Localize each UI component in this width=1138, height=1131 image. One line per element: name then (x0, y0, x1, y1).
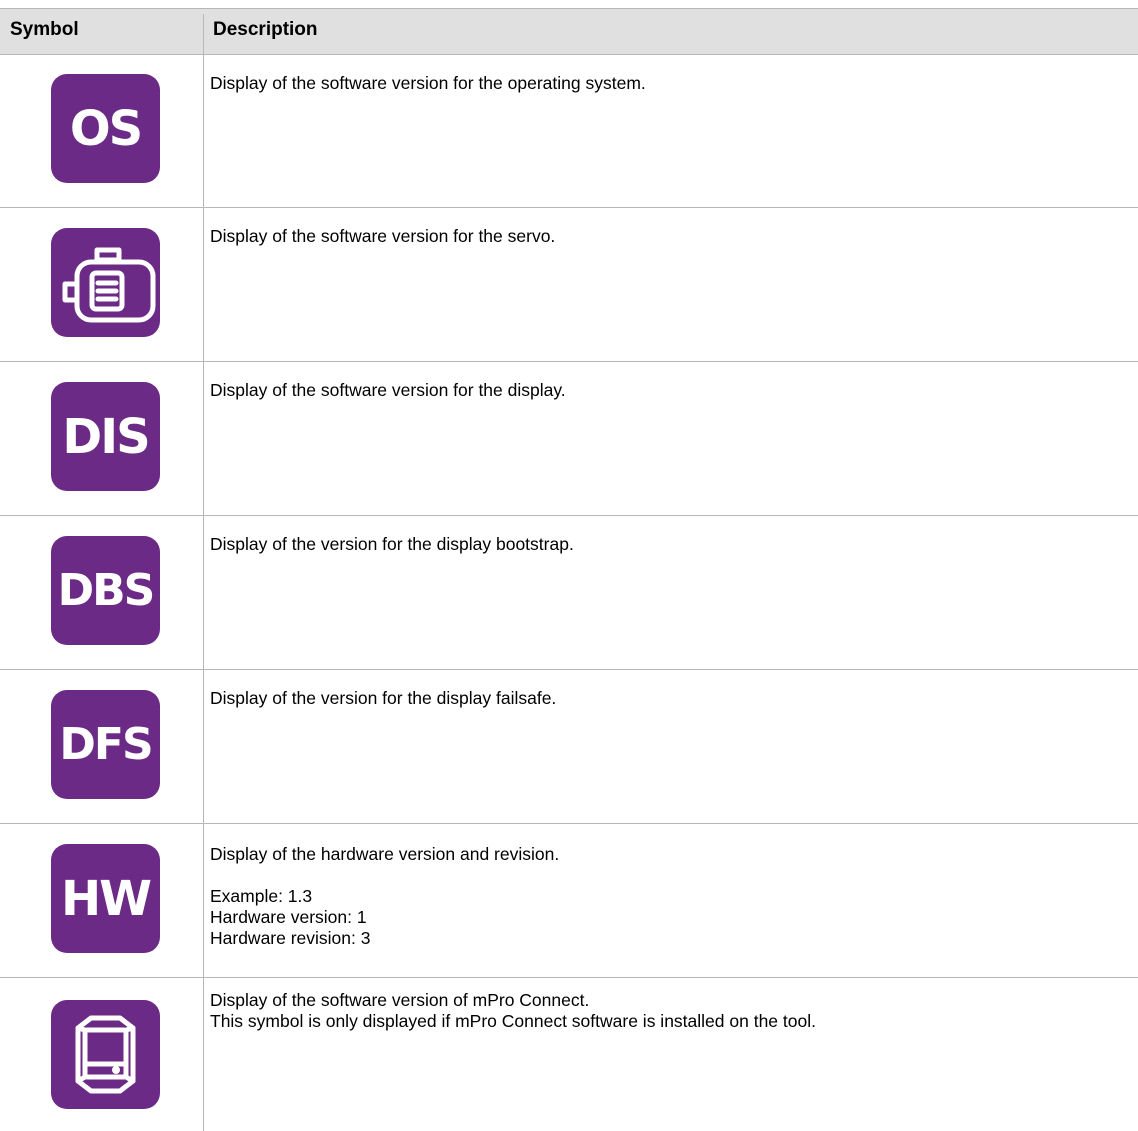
row-description: Display of the software version for the … (210, 73, 646, 93)
row-description: Display of the hardware version and revi… (210, 844, 560, 948)
grid-line (0, 8, 1138, 9)
row-description: Display of the software version of mPro … (210, 990, 816, 1031)
row-description: Display of the version for the display f… (210, 688, 557, 708)
header-symbol: Symbol (10, 19, 79, 40)
grid-line (0, 823, 1138, 824)
grid-line (0, 977, 1138, 978)
table-header: Symbol Description (0, 8, 1138, 54)
column-divider (203, 14, 204, 1131)
hw-icon: HW (51, 844, 160, 953)
header-description: Description (213, 19, 318, 40)
dbs-icon: DBS (51, 536, 160, 645)
row-description: Display of the version for the display b… (210, 534, 574, 554)
dis-icon: DIS (51, 382, 160, 491)
grid-line (0, 207, 1138, 208)
os-icon: OS (51, 74, 160, 183)
grid-line (0, 54, 1138, 55)
row-description: Display of the software version for the … (210, 380, 566, 400)
servo-motor-icon (51, 228, 160, 337)
row-description: Display of the software version for the … (210, 226, 556, 246)
grid-line (0, 515, 1138, 516)
grid-line (0, 361, 1138, 362)
mpro-connect-device-icon (51, 1000, 160, 1109)
grid-line (0, 669, 1138, 670)
dfs-icon: DFS (51, 690, 160, 799)
